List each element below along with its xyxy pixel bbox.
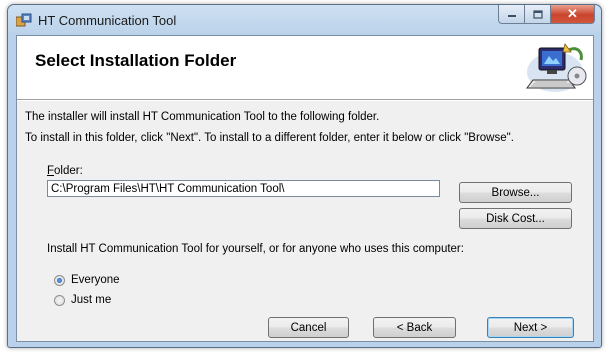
radio-dot-icon bbox=[57, 277, 62, 283]
radio-everyone-label: Everyone bbox=[71, 274, 120, 286]
next-button[interactable]: Next > bbox=[487, 317, 574, 338]
maximize-button[interactable] bbox=[525, 5, 551, 24]
install-description: The installer will install HT Communicat… bbox=[25, 111, 380, 123]
radio-just-me-label: Just me bbox=[71, 294, 112, 306]
browse-button[interactable]: Browse... bbox=[459, 182, 572, 203]
folder-path-input[interactable] bbox=[47, 180, 440, 197]
install-for-label: Install HT Communication Tool for yourse… bbox=[47, 243, 464, 255]
header-banner: Select Installation Folder bbox=[17, 36, 593, 100]
radio-unselected-icon[interactable] bbox=[54, 294, 65, 306]
close-icon: ✕ bbox=[567, 6, 578, 21]
installer-app-icon bbox=[16, 13, 32, 27]
minimize-button[interactable] bbox=[498, 5, 525, 24]
radio-everyone[interactable]: Everyone bbox=[54, 272, 120, 288]
maximize-icon bbox=[532, 9, 543, 19]
close-button[interactable]: ✕ bbox=[551, 5, 595, 24]
radio-just-me[interactable]: Just me bbox=[54, 292, 111, 308]
banner-separator bbox=[17, 100, 593, 101]
install-instructions: To install in this folder, click "Next".… bbox=[25, 132, 514, 144]
dialog-client-area: Select Installation Folder The installer… bbox=[16, 35, 594, 342]
back-button[interactable]: < Back bbox=[373, 317, 456, 338]
disk-cost-button[interactable]: Disk Cost... bbox=[459, 208, 572, 229]
caption-buttons: ✕ bbox=[498, 5, 595, 25]
installer-window: HT Communication Tool ✕ Select Installat… bbox=[7, 4, 602, 348]
minimize-icon bbox=[507, 15, 516, 17]
folder-label: Folder: bbox=[47, 165, 83, 177]
folder-label-text: older: bbox=[54, 165, 83, 177]
cancel-button[interactable]: Cancel bbox=[268, 317, 349, 338]
page-title: Select Installation Folder bbox=[35, 51, 237, 70]
computer-installer-icon bbox=[526, 43, 587, 92]
window-title: HT Communication Tool bbox=[38, 13, 177, 28]
title-bar[interactable]: HT Communication Tool ✕ bbox=[8, 5, 601, 35]
folder-label-mnemonic: F bbox=[47, 165, 55, 177]
radio-selected-icon[interactable] bbox=[54, 274, 65, 286]
